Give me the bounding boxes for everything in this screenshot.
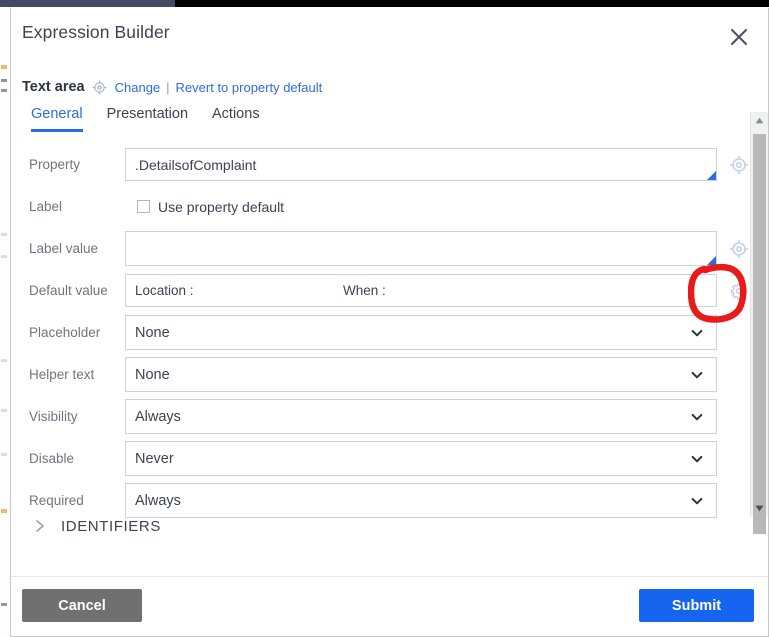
helper-text-label: Helper text (29, 367, 95, 382)
visibility-selected-value: Always (135, 408, 181, 425)
default-value-display[interactable]: Location : When : (125, 274, 717, 307)
background-fleck (1, 255, 7, 258)
placeholder-select[interactable]: None (125, 315, 717, 350)
dialog-header: Expression Builder (11, 8, 768, 62)
dialog-title: Expression Builder (22, 22, 170, 42)
label-value-label: Label value (29, 241, 99, 256)
background-fleck (1, 89, 7, 92)
disable-select[interactable]: Never (125, 441, 717, 476)
form-row-disable: Disable Never (11, 438, 768, 479)
identifiers-label: IDENTIFIERS (61, 517, 161, 535)
required-select[interactable]: Always (125, 483, 717, 518)
use-property-default-label[interactable]: Use property default (158, 199, 284, 215)
use-property-default-wrap: Use property default (125, 199, 729, 215)
default-value-gear-icon[interactable] (729, 281, 749, 301)
property-field-wrap (125, 148, 749, 181)
visibility-select[interactable]: Always (125, 399, 717, 434)
visibility-field-wrap: Always (125, 399, 717, 434)
scroll-down-arrow-icon[interactable] (751, 500, 768, 517)
form-row-property: Property (11, 144, 768, 185)
component-name: Text area (22, 79, 85, 95)
form-row-label: Label Use property default (11, 186, 768, 227)
scroll-up-arrow-icon[interactable] (751, 112, 768, 129)
property-label: Property (29, 157, 81, 172)
visibility-label: Visibility (29, 409, 78, 424)
tab-actions[interactable]: Actions (212, 106, 260, 132)
required-selected-value: Always (135, 492, 181, 509)
required-field-wrap: Always (125, 483, 717, 518)
label-label: Label (29, 199, 63, 214)
placeholder-selected-value: None (135, 324, 170, 341)
background-fleck (1, 233, 7, 236)
tab-general[interactable]: General (31, 106, 83, 132)
default-value-field-wrap: Location : When : (125, 274, 747, 307)
form-row-placeholder: Placeholder None (11, 312, 768, 353)
component-subheader: Text area Change | Revert to property de… (22, 79, 322, 95)
revert-to-property-default-link[interactable]: Revert to property default (176, 80, 323, 95)
background-fleck (1, 509, 7, 513)
label-value-field-wrap (125, 231, 749, 266)
required-label: Required (29, 493, 84, 508)
submit-button[interactable]: Submit (639, 589, 754, 622)
chevron-down-icon (690, 368, 704, 382)
form-row-label-value: Label value (11, 228, 768, 269)
label-value-input[interactable] (125, 231, 717, 266)
disable-selected-value: Never (135, 450, 174, 467)
background-fleck (1, 453, 7, 456)
property-input[interactable] (125, 148, 717, 181)
placeholder-label: Placeholder (29, 325, 101, 340)
label-value-target-icon[interactable] (729, 239, 749, 259)
background-fleck (1, 603, 7, 606)
default-value-segment-location: Location : (135, 283, 194, 298)
property-target-icon[interactable] (729, 155, 749, 175)
scrollbar-thumb[interactable] (753, 134, 766, 534)
default-value-label: Default value (29, 283, 108, 298)
dialog-body: Text area Change | Revert to property de… (11, 62, 768, 577)
form-row-helper-text: Helper text None (11, 354, 768, 395)
form-row-default-value: Default value Location : When : (11, 270, 768, 311)
disable-field-wrap: Never (125, 441, 717, 476)
helper-text-field-wrap: None (125, 357, 717, 392)
background-fleck (1, 65, 7, 69)
link-separator: | (166, 79, 170, 95)
background-fleck (1, 79, 7, 82)
expression-builder-dialog: Expression Builder Text area Change | Re… (10, 8, 769, 637)
use-property-default-checkbox[interactable] (137, 200, 150, 213)
dialog-footer: Cancel Submit (11, 576, 768, 636)
default-value-segment-when: When : (343, 283, 386, 298)
chevron-down-icon (690, 494, 704, 508)
form-row-visibility: Visibility Always (11, 396, 768, 437)
background-fleck (1, 359, 7, 362)
disable-label: Disable (29, 451, 75, 466)
chevron-down-icon (690, 410, 704, 424)
dialog-scrollbar[interactable] (750, 112, 768, 534)
background-fleck (1, 409, 7, 412)
form-row-required: Required Always (11, 480, 768, 521)
helper-text-selected-value: None (135, 366, 170, 383)
tab-presentation[interactable]: Presentation (107, 106, 188, 132)
tab-bar: General Presentation Actions (31, 106, 260, 132)
chevron-down-icon (690, 452, 704, 466)
change-link[interactable]: Change (115, 80, 161, 95)
general-settings-form: Property Label (11, 144, 768, 522)
helper-text-select[interactable]: None (125, 357, 717, 392)
target-icon[interactable] (91, 79, 107, 95)
chevron-down-icon (690, 326, 704, 340)
identifiers-accordion[interactable]: IDENTIFIERS (33, 517, 161, 535)
placeholder-field-wrap: None (125, 315, 717, 350)
cancel-button[interactable]: Cancel (22, 589, 142, 622)
chevron-right-icon (33, 517, 47, 535)
close-icon[interactable] (724, 22, 754, 52)
browser-top-bar-navy-segment (0, 0, 175, 7)
